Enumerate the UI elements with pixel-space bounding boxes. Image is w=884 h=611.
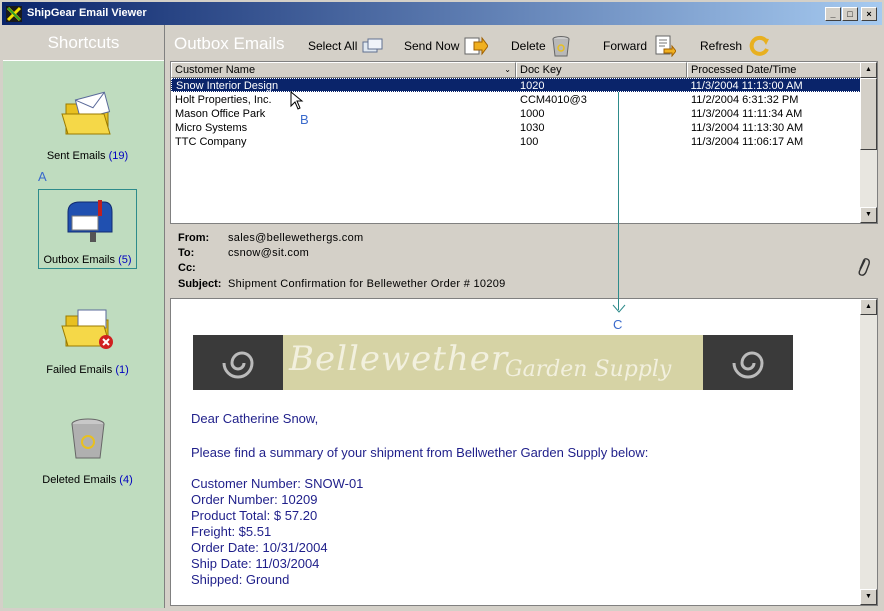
grid-scrollbar[interactable]: ▲ ▼: [860, 62, 877, 223]
title-bar: ShipGear Email Viewer _ □ ×: [0, 0, 884, 25]
body-scrollbar[interactable]: ▲ ▼: [860, 299, 877, 605]
delete-button[interactable]: Delete: [511, 35, 571, 57]
column-header-customer-name[interactable]: Customer Name ⌄: [171, 62, 516, 78]
scroll-down-button[interactable]: ▼: [860, 207, 877, 223]
shortcut-outbox-emails[interactable]: Outbox Emails (5): [38, 189, 137, 269]
folder-error-icon: [60, 309, 113, 349]
column-header-processed-date[interactable]: Processed Date/Time: [687, 62, 861, 78]
delete-icon: [552, 36, 570, 57]
ship-date: Ship Date: 11/03/2004: [191, 556, 320, 571]
table-row[interactable]: Snow Interior Design 1020 11/3/2004 11:13:…: [171, 78, 861, 92]
table-row[interactable]: Holt Properties, Inc. CCM4010@3 11/2/2004 …: [171, 93, 861, 107]
forward-icon: [655, 35, 677, 57]
order-date: Order Date: 10/31/2004: [191, 540, 328, 555]
sent-emails-label: Sent Emails (19): [46, 150, 129, 162]
mailbox-icon: [67, 200, 112, 242]
product-total: Product Total: $ 57.20: [191, 508, 318, 523]
shortcut-deleted-emails[interactable]: Deleted Emails (4): [38, 408, 137, 488]
email-header-info: From: sales@bellewethergs.com To: csnow@si…: [170, 226, 878, 296]
banner-title: Bellewether: [289, 339, 509, 379]
email-body: Bellewether Garden Supply Dear Catherine…: [170, 298, 878, 606]
from-row: From: sales@bellewethergs.com: [178, 232, 364, 244]
body-scroll-down-button[interactable]: ▼: [860, 589, 877, 605]
grid-header: Customer Name ⌄ Doc Key Processed Date/Ti…: [171, 62, 861, 78]
deleted-emails-label: Deleted Emails (4): [42, 474, 133, 486]
outbox-toolbar: Outbox Emails Select All Send Now Delete…: [166, 25, 881, 61]
mouse-cursor-icon: [290, 91, 304, 110]
table-row[interactable]: Micro Systems 1030 11/3/2004 11:13:30 AM: [171, 121, 861, 135]
send-now-icon: [464, 36, 489, 56]
outbox-title: Outbox Emails: [174, 34, 285, 53]
subject-row: Subject: Shipment Confirmation for Bellew…: [178, 278, 506, 290]
maximize-button[interactable]: □: [842, 7, 858, 21]
body-scroll-up-button[interactable]: ▲: [860, 299, 877, 315]
annotation-c: C: [613, 317, 623, 332]
annotation-c-arrow: [612, 304, 626, 313]
to-row: To: csnow@sit.com: [178, 247, 310, 259]
refresh-icon: [749, 35, 770, 56]
outbox-emails-label: Outbox Emails (5): [43, 254, 132, 266]
shortcut-failed-emails[interactable]: Failed Emails (1): [38, 298, 137, 378]
shortcuts-title: Shortcuts: [47, 33, 120, 52]
trash-can-icon: [71, 418, 104, 459]
customer-number: Customer Number: SNOW-01: [191, 476, 364, 491]
shipped-method: Shipped: Ground: [191, 572, 290, 587]
close-button[interactable]: ×: [861, 7, 877, 21]
annotation-b: B: [300, 112, 309, 127]
scroll-up-button[interactable]: ▲: [860, 62, 877, 78]
failed-emails-label: Failed Emails (1): [46, 364, 129, 376]
paperclip-icon[interactable]: [856, 256, 870, 276]
table-row[interactable]: Mason Office Park 1000 11/3/2004 11:11:34 …: [171, 107, 861, 121]
app-icon: [6, 6, 22, 22]
refresh-button[interactable]: Refresh: [700, 35, 771, 57]
company-banner: Bellewether Garden Supply: [193, 335, 793, 390]
minimize-button[interactable]: _: [825, 7, 841, 21]
freight: Freight: $5.51: [191, 524, 272, 539]
greeting: Dear Catherine Snow,: [191, 411, 319, 426]
table-row[interactable]: TTC Company 100 11/3/2004 11:06:17 AM: [171, 135, 861, 149]
column-header-doc-key[interactable]: Doc Key: [516, 62, 687, 78]
banner-right-image: [703, 335, 793, 390]
annotation-c-line: [618, 92, 619, 310]
send-now-button[interactable]: Send Now: [404, 35, 489, 57]
intro-line: Please find a summary of your shipment f…: [191, 445, 649, 460]
forward-button[interactable]: Forward: [603, 35, 677, 57]
cc-row: Cc:: [178, 262, 196, 274]
outbox-email-list: Customer Name ⌄ Doc Key Processed Date/Ti…: [170, 61, 878, 224]
banner-left-image: [193, 335, 283, 390]
open-folder-envelope-icon: [60, 91, 111, 135]
shortcuts-header: Shortcuts: [3, 25, 164, 61]
shortcut-sent-emails[interactable]: Sent Emails (19): [38, 84, 137, 164]
select-all-button[interactable]: Select All: [308, 35, 384, 57]
scroll-thumb[interactable]: [860, 78, 877, 150]
select-all-icon: [362, 38, 383, 53]
banner-subtitle: Garden Supply: [505, 357, 672, 382]
window-title: ShipGear Email Viewer: [27, 7, 147, 19]
order-number: Order Number: 10209: [191, 492, 318, 507]
annotation-a: A: [38, 169, 47, 184]
